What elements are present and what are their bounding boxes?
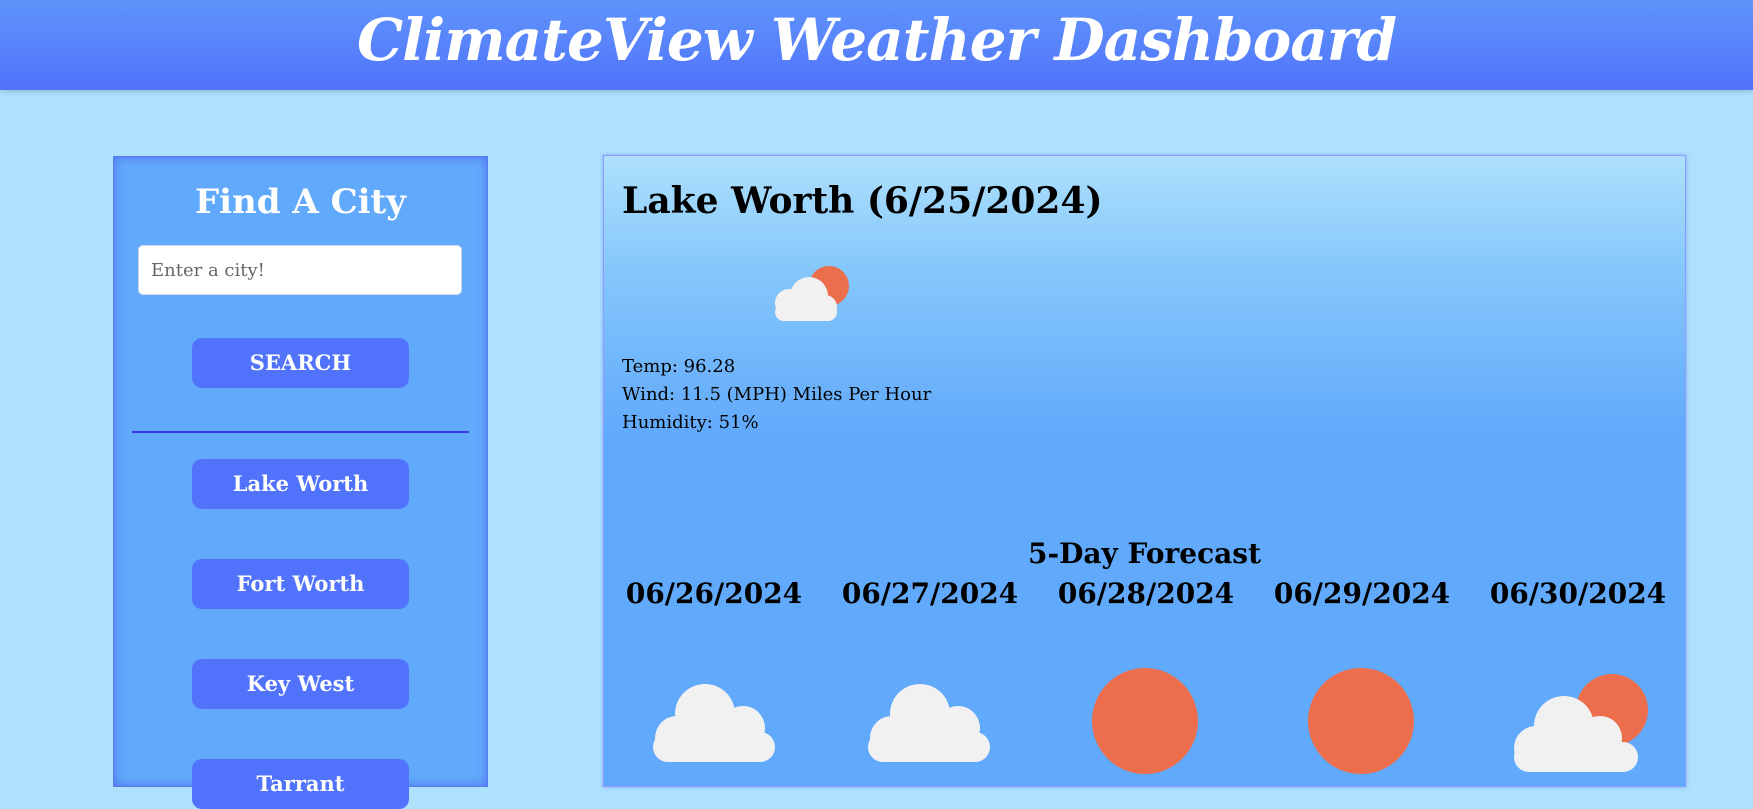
forecast-date-4: 06/29/2024 bbox=[1273, 577, 1451, 610]
cloud-icon bbox=[653, 684, 775, 762]
few-clouds-icon bbox=[1514, 674, 1648, 772]
sidebar-divider bbox=[132, 431, 469, 433]
sun-icon bbox=[1308, 668, 1414, 774]
few-clouds-icon bbox=[775, 266, 849, 321]
current-city-title: Lake Worth (6/25/2024) bbox=[622, 180, 1103, 222]
app-title: ClimateView Weather Dashboard bbox=[356, 6, 1397, 74]
city-search-sidebar: Find A City SEARCH Lake Worth Fort Worth… bbox=[113, 156, 488, 809]
forecast-title: 5-Day Forecast bbox=[1027, 537, 1262, 570]
history-item-tarrant[interactable]: Tarrant bbox=[192, 759, 409, 809]
sun-icon bbox=[1092, 668, 1198, 774]
history-item-lake-worth[interactable]: Lake Worth bbox=[192, 459, 409, 509]
forecast-date-3: 06/28/2024 bbox=[1057, 577, 1235, 610]
city-search-input[interactable] bbox=[138, 245, 462, 295]
current-wind: Wind: 11.5 (MPH) Miles Per Hour bbox=[622, 384, 932, 405]
sidebar-title: Find A City bbox=[194, 182, 407, 222]
history-item-fort-worth[interactable]: Fort Worth bbox=[192, 559, 409, 609]
history-item-key-west[interactable]: Key West bbox=[192, 659, 409, 709]
app-header: ClimateView Weather Dashboard bbox=[0, 0, 1753, 90]
weather-panel: Lake Worth (6/25/2024) Temp: 96.28 Wind:… bbox=[603, 155, 1686, 787]
forecast-date-5: 06/30/2024 bbox=[1489, 577, 1667, 610]
forecast-date-2: 06/27/2024 bbox=[841, 577, 1019, 610]
current-humidity: Humidity: 51% bbox=[622, 412, 759, 433]
current-temp: Temp: 96.28 bbox=[622, 356, 736, 377]
forecast-date-1: 06/26/2024 bbox=[625, 577, 803, 610]
cloud-icon bbox=[868, 684, 990, 762]
search-button[interactable]: SEARCH bbox=[192, 338, 409, 388]
